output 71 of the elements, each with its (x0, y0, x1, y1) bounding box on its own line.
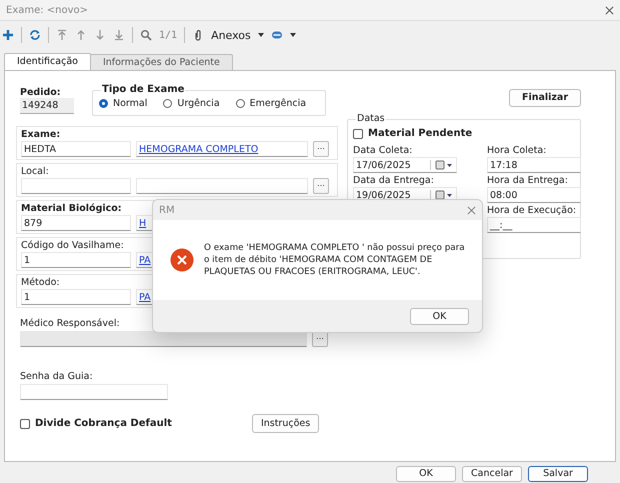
radio-button[interactable] (99, 99, 108, 108)
ok-button[interactable]: OK (410, 308, 469, 324)
finish-button[interactable]: Finalizar (509, 89, 581, 107)
dialog-title: RM (159, 204, 175, 216)
search-icon[interactable] (140, 29, 152, 41)
down-arrow-icon[interactable] (94, 29, 106, 41)
order-number-field[interactable]: 149248 (20, 98, 74, 114)
tab[interactable]: Identificação (4, 53, 91, 70)
field-label: Hora da Entrega: (487, 175, 568, 186)
field-label: Exame: (21, 129, 60, 140)
error-message: O exame 'HEMOGRAMA COMPLETO ' não possui preço para o item de débito 'HEMOGRAMA COM CONTAGEM DE PLAQUETAS OU FRACOES (ERITROGRAMA, LEUC'. (204, 242, 466, 278)
guide-password-field[interactable] (20, 384, 168, 400)
date-field[interactable]: 17/06/2025 (353, 157, 457, 173)
instructions-button[interactable]: Instruções (252, 414, 320, 433)
field-label: Hora de Execução: (487, 205, 576, 216)
first-icon[interactable] (56, 29, 68, 41)
time-field[interactable]: 17:18 (487, 157, 581, 173)
calendar-dropdown-icon[interactable] (430, 160, 454, 170)
error-icon (170, 248, 194, 272)
checkbox-label[interactable]: Material Pendente (368, 128, 472, 139)
up-arrow-icon[interactable] (75, 29, 87, 41)
code-field[interactable]: HEDTA (21, 141, 131, 157)
radio-label[interactable]: Normal (113, 98, 148, 109)
dialog-button[interactable]: OK (396, 466, 456, 482)
time-field[interactable]: __:__ (487, 217, 581, 233)
browse-button[interactable]: ... (313, 141, 329, 157)
caret-icon[interactable] (258, 33, 264, 37)
name-link[interactable]: HEMOGRAMA COMPLETO (139, 142, 258, 156)
record-counter: 1/1 (159, 30, 178, 40)
name-link[interactable]: PA (139, 252, 151, 268)
field-label: Material Biológico: (21, 203, 122, 214)
radio-label[interactable]: Emergência (250, 98, 306, 109)
refresh-icon[interactable] (29, 29, 41, 41)
drive-icon[interactable] (270, 29, 283, 41)
code-field[interactable]: 879 (21, 215, 131, 231)
code-field[interactable]: 1 (21, 252, 131, 268)
radio-button[interactable] (163, 99, 172, 108)
last-icon[interactable] (113, 29, 125, 41)
field-label: Data da Entrega: (353, 175, 434, 186)
checkbox-label[interactable]: Divide Cobrança Default (35, 418, 172, 429)
field-label: Código do Vasilhame: (21, 240, 124, 251)
name-field[interactable]: HEMOGRAMA COMPLETO (136, 141, 308, 157)
code-field[interactable]: 1 (21, 289, 131, 305)
dialog-button[interactable]: Salvar (528, 466, 588, 482)
code-field[interactable] (21, 178, 131, 194)
name-link[interactable]: PA (139, 290, 151, 304)
tab[interactable]: Informações do Paciente (90, 54, 233, 70)
field-label: Hora Coleta: (487, 145, 546, 156)
field-label: Pedido: (20, 87, 61, 98)
field-label: Método: (21, 277, 60, 288)
name-link[interactable]: H (139, 216, 146, 230)
close-icon[interactable] (467, 206, 476, 214)
field-label: Local: (21, 166, 49, 177)
attachments-button[interactable]: Anexos (211, 28, 251, 42)
field-label: Senha da Guia: (20, 371, 93, 382)
browse-button[interactable]: ... (313, 178, 329, 194)
checkbox[interactable] (20, 418, 30, 428)
caret-icon[interactable] (290, 33, 296, 37)
time-field[interactable]: 08:00 (487, 187, 581, 203)
checkbox[interactable] (353, 128, 363, 138)
name-field[interactable] (136, 178, 308, 194)
radio-label[interactable]: Urgência (177, 98, 220, 109)
window-title: Exame: <novo> (6, 4, 88, 16)
group-title: Datas (356, 113, 386, 124)
group-title: Tipo de Exame (101, 84, 186, 95)
close-icon[interactable] (605, 6, 614, 14)
add-icon[interactable] (2, 29, 14, 41)
radio-button[interactable] (236, 99, 245, 108)
field-label: Data Coleta: (353, 145, 412, 156)
field-label: Médico Responsável: (20, 318, 120, 329)
dialog-button[interactable]: Cancelar (462, 466, 522, 482)
